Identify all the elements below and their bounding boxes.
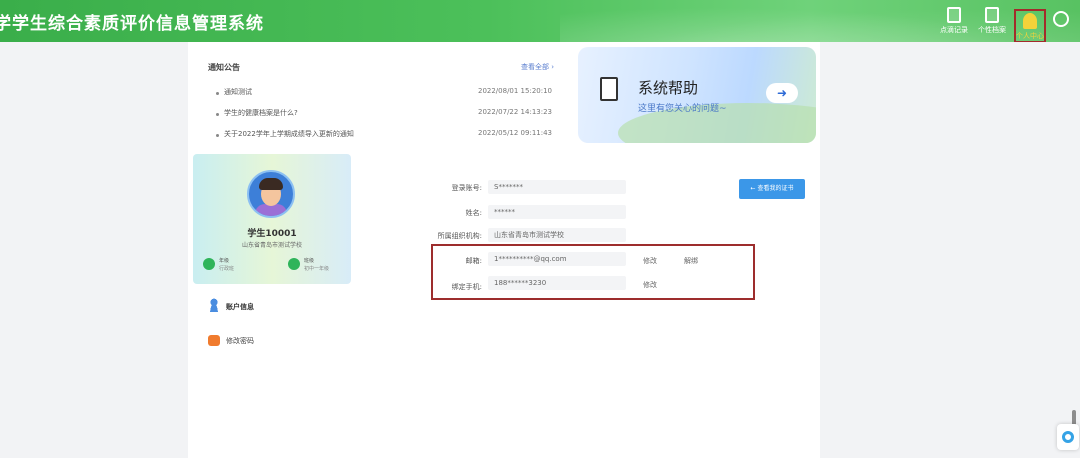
- notice-panel: 通知公告 查看全部 › 通知测试 2022/08/01 15:20:10 学生的…: [198, 52, 558, 152]
- avatar-hair: [259, 178, 283, 190]
- notice-item-title: 关于2022学年上学期成绩导入更新的通知: [224, 130, 354, 138]
- account-field: S*******: [488, 180, 626, 194]
- floating-help-button[interactable]: [1057, 424, 1079, 450]
- name-field: ******: [488, 205, 626, 219]
- grade-icon: [203, 258, 215, 270]
- main-panel: 通知公告 查看全部 › 通知测试 2022/08/01 15:20:10 学生的…: [188, 42, 820, 458]
- grade-value: 行政班: [219, 266, 235, 272]
- avatar-body: [255, 204, 287, 216]
- help-title: 系统帮助: [638, 79, 699, 97]
- student-name: 学生10001: [247, 229, 297, 239]
- bullet-icon: [216, 113, 219, 116]
- org-label: 所属组织机构:: [437, 232, 482, 240]
- nav-record-label: 点滴记录: [940, 26, 968, 34]
- bullet-icon: [216, 92, 219, 95]
- app-title: 学学生综合素质评价信息管理系统: [0, 14, 264, 34]
- notice-item[interactable]: 学生的健康档案是什么? 2022/07/22 14:13:23: [216, 108, 556, 122]
- notice-item-title: 学生的健康档案是什么?: [224, 109, 298, 117]
- document-icon: [600, 77, 618, 101]
- name-label: 姓名:: [465, 209, 482, 217]
- menu-account-info-label: 账户信息: [226, 303, 254, 311]
- avatar: [247, 170, 295, 218]
- notice-item-date: 2022/07/22 14:13:23: [477, 108, 552, 116]
- top-header: 学学生综合素质评价信息管理系统 点滴记录 个性档案 个人中心: [0, 0, 1080, 42]
- nav-personal-center-label: 个人中心: [1016, 32, 1044, 40]
- user-avatar-icon[interactable]: [1053, 11, 1069, 27]
- notice-title: 通知公告: [208, 63, 240, 72]
- chat-icon: [1062, 431, 1074, 443]
- nav-archive[interactable]: 个性档案: [970, 5, 1014, 39]
- user-icon: [208, 298, 220, 312]
- profile-card: 学生10001 山东省青岛市测试学校 年级 行政班 班级 初中一年级: [193, 154, 351, 284]
- grade-label: 年级: [219, 258, 230, 264]
- record-icon: [947, 7, 961, 23]
- notice-item[interactable]: 关于2022学年上学期成绩导入更新的通知 2022/05/12 09:11:43: [216, 129, 556, 143]
- class-value: 初中一年级: [304, 266, 330, 272]
- notice-item-title: 通知测试: [224, 88, 252, 96]
- lock-icon: [208, 335, 220, 346]
- arrow-right-icon[interactable]: ➜: [766, 83, 798, 103]
- highlight-box: [431, 244, 755, 300]
- nav-archive-label: 个性档案: [978, 26, 1006, 34]
- system-help-card[interactable]: 系统帮助 这里有您关心的问题~ ➜: [578, 47, 816, 143]
- class-icon: [288, 258, 300, 270]
- archive-icon: [985, 7, 999, 23]
- notice-item[interactable]: 通知测试 2022/08/01 15:20:10: [216, 87, 556, 101]
- class-label: 班级: [304, 258, 315, 264]
- person-icon: [1023, 13, 1037, 29]
- nav-personal-center[interactable]: 个人中心: [1014, 9, 1046, 42]
- view-all-link[interactable]: 查看全部 ›: [521, 62, 554, 72]
- school-name: 山东省青岛市测试学校: [241, 242, 302, 249]
- bullet-icon: [216, 134, 219, 137]
- notice-item-date: 2022/05/12 09:11:43: [477, 129, 552, 137]
- org-field: 山东省青岛市测试学校: [488, 228, 626, 242]
- help-subtitle: 这里有您关心的问题~: [638, 104, 727, 114]
- notice-item-date: 2022/08/01 15:20:10: [477, 87, 552, 95]
- account-label: 登录账号:: [451, 184, 482, 192]
- menu-change-password-label: 修改密码: [226, 337, 254, 345]
- view-certificate-button[interactable]: ← 查看我的证书: [739, 179, 805, 199]
